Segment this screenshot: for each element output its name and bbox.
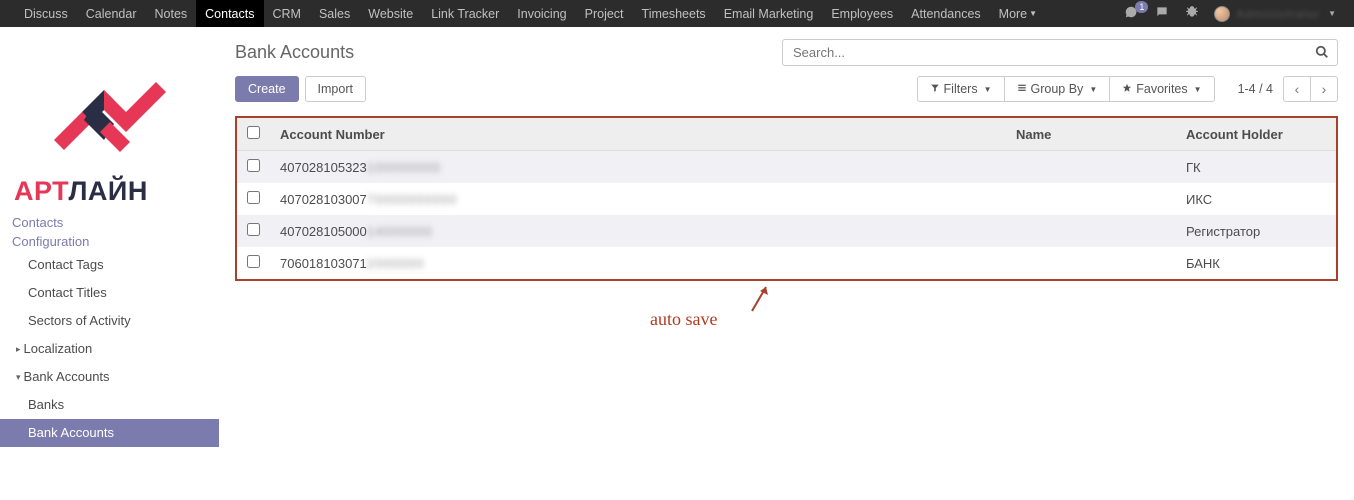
cell-name: [1006, 151, 1176, 184]
messages-icon[interactable]: 1: [1122, 5, 1140, 22]
favorites-button[interactable]: Favorites ▼: [1109, 76, 1214, 102]
cell-account-holder: ГК: [1176, 151, 1336, 184]
table-highlight-frame: Account Number Name Account Holder 40702…: [235, 116, 1338, 281]
nav-invoicing[interactable]: Invoicing: [508, 0, 575, 27]
chevron-down-icon: ▼: [1194, 85, 1202, 94]
nav-website[interactable]: Website: [359, 0, 422, 27]
sidebar-item-bank-accounts[interactable]: ▾Bank Accounts: [0, 363, 219, 391]
main-content: Bank Accounts Create Import Filters ▼: [219, 27, 1354, 447]
avatar: [1214, 6, 1230, 22]
filters-button[interactable]: Filters ▼: [917, 76, 1005, 102]
annotation-arrow: [746, 279, 776, 315]
messages-badge: 1: [1135, 1, 1148, 13]
nav-crm[interactable]: CRM: [264, 0, 310, 27]
cell-name: [1006, 215, 1176, 247]
col-account-holder[interactable]: Account Holder: [1176, 118, 1336, 151]
cell-name: [1006, 247, 1176, 279]
user-menu[interactable]: Administrator ▼: [1214, 6, 1336, 22]
pager-next-button[interactable]: ›: [1310, 76, 1338, 102]
nav-sales[interactable]: Sales: [310, 0, 359, 27]
col-name[interactable]: Name: [1006, 118, 1176, 151]
cell-account-number: 40702810300770000000000: [270, 183, 1006, 215]
nav-contacts[interactable]: Contacts: [196, 0, 263, 27]
table-row[interactable]: 407028105323100000000 ГК: [237, 151, 1336, 184]
nav-more[interactable]: More ▼: [990, 0, 1046, 27]
search-input[interactable]: [782, 39, 1338, 66]
filter-icon: [930, 82, 940, 96]
row-checkbox[interactable]: [247, 159, 260, 172]
page-title: Bank Accounts: [235, 42, 770, 63]
top-navbar: DiscussCalendarNotesContactsCRMSalesWebs…: [0, 0, 1354, 27]
star-icon: [1122, 82, 1132, 96]
sidebar-item-bank-accounts[interactable]: Bank Accounts: [0, 419, 219, 447]
row-checkbox[interactable]: [247, 191, 260, 204]
nav-calendar[interactable]: Calendar: [77, 0, 146, 27]
nav-link-tracker[interactable]: Link Tracker: [422, 0, 508, 27]
pager-prev-button[interactable]: ‹: [1283, 76, 1311, 102]
search-icon[interactable]: [1315, 45, 1329, 62]
cell-account-holder: БАНК: [1176, 247, 1336, 279]
sidebar-heading-configuration: Configuration: [0, 232, 219, 251]
pager-text[interactable]: 1-4 / 4: [1238, 82, 1273, 96]
nav-timesheets[interactable]: Timesheets: [633, 0, 715, 27]
sidebar-item-sectors-of-activity[interactable]: Sectors of Activity: [0, 307, 219, 335]
nav-employees[interactable]: Employees: [822, 0, 902, 27]
groupby-button[interactable]: Group By ▼: [1004, 76, 1111, 102]
chevron-down-icon: ▼: [984, 85, 992, 94]
sidebar-item-contact-titles[interactable]: Contact Titles: [0, 279, 219, 307]
create-button[interactable]: Create: [235, 76, 299, 102]
sidebar-item-banks[interactable]: Banks: [0, 391, 219, 419]
nav-email-marketing[interactable]: Email Marketing: [715, 0, 823, 27]
table-row[interactable]: 7060181030712000000 БАНК: [237, 247, 1336, 279]
nav-notes[interactable]: Notes: [146, 0, 197, 27]
select-all-checkbox[interactable]: [247, 126, 260, 139]
cell-account-holder: ИКС: [1176, 183, 1336, 215]
cell-name: [1006, 183, 1176, 215]
sidebar-heading-contacts[interactable]: Contacts: [0, 213, 219, 232]
bank-accounts-table: Account Number Name Account Holder 40702…: [237, 118, 1336, 279]
annotation-text: auto save: [650, 309, 717, 330]
cell-account-number: 40702810500014000000: [270, 215, 1006, 247]
logo: АРТЛАЙН: [0, 39, 219, 213]
table-row[interactable]: 40702810300770000000000 ИКС: [237, 183, 1336, 215]
annotation: auto save: [219, 285, 1354, 345]
chevron-down-icon: ▼: [1089, 85, 1097, 94]
nav-project[interactable]: Project: [576, 0, 633, 27]
sidebar: АРТЛАЙН Contacts Configuration Contact T…: [0, 27, 219, 447]
chevron-down-icon: ▼: [1328, 9, 1336, 18]
debug-icon[interactable]: [1184, 5, 1200, 22]
nav-discuss[interactable]: Discuss: [15, 0, 77, 27]
table-row[interactable]: 40702810500014000000 Регистратор: [237, 215, 1336, 247]
import-button[interactable]: Import: [305, 76, 366, 102]
caret-right-icon: ▸: [16, 339, 21, 359]
row-checkbox[interactable]: [247, 223, 260, 236]
sidebar-item-contact-tags[interactable]: Contact Tags: [0, 251, 219, 279]
chat-icon[interactable]: [1154, 5, 1170, 22]
cell-account-number: 407028105323100000000: [270, 151, 1006, 184]
cell-account-number: 7060181030712000000: [270, 247, 1006, 279]
list-icon: [1017, 82, 1027, 96]
cell-account-holder: Регистратор: [1176, 215, 1336, 247]
nav-attendances[interactable]: Attendances: [902, 0, 990, 27]
row-checkbox[interactable]: [247, 255, 260, 268]
sidebar-item-localization[interactable]: ▸Localization: [0, 335, 219, 363]
caret-down-icon: ▾: [16, 367, 21, 387]
col-account-number[interactable]: Account Number: [270, 118, 1006, 151]
